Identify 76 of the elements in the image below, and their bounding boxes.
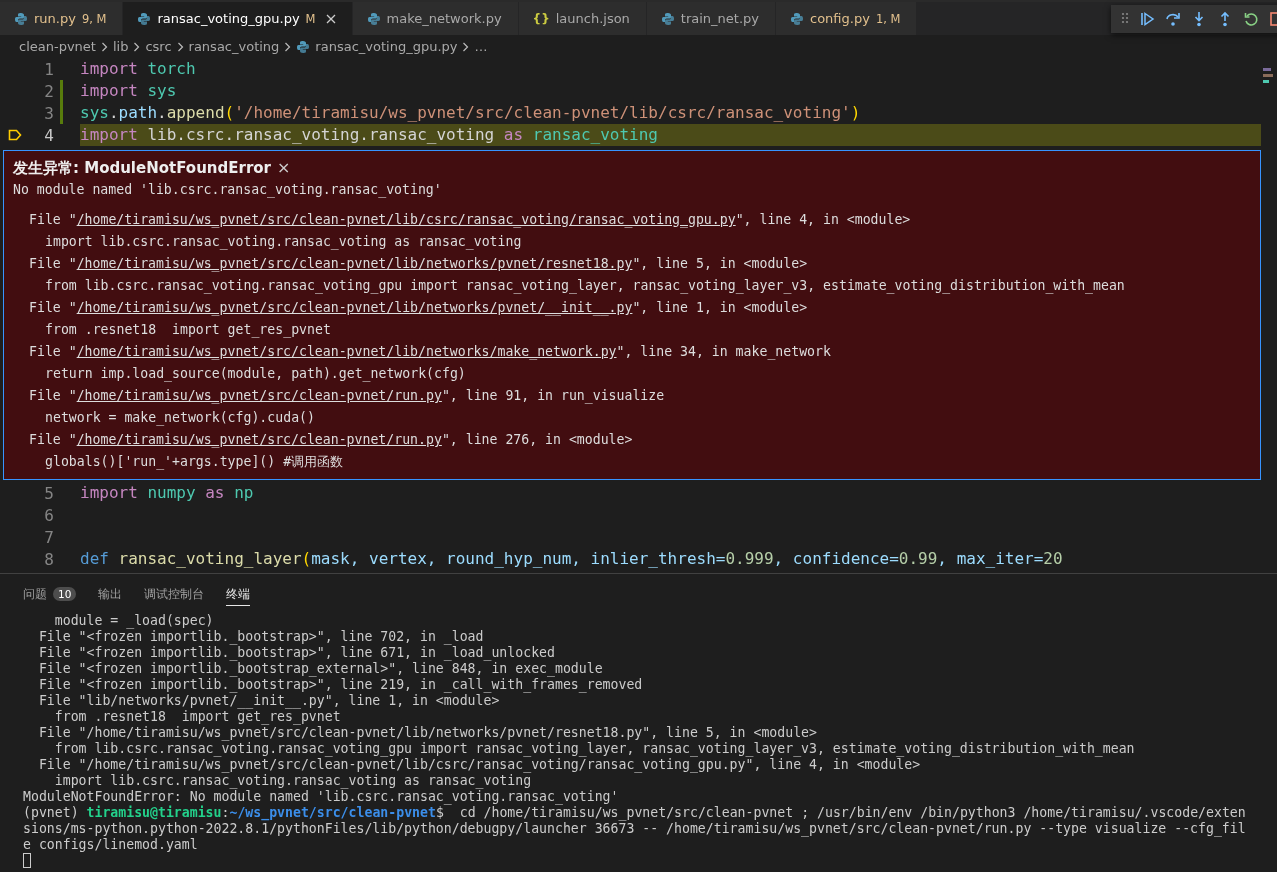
panel-tab[interactable]: 输出: [98, 583, 123, 606]
editor-tab[interactable]: run.py 9, M: [0, 2, 124, 35]
breadcrumb-item[interactable]: csrc: [145, 39, 172, 54]
breadcrumb-item[interactable]: clean-pvnet: [19, 39, 96, 54]
panel-tab[interactable]: 问题 10: [23, 583, 77, 606]
terminal-line: ModuleNotFoundError: No module named 'lib.csrc.ransac_voting.ransac_voting': [23, 789, 620, 805]
tab-label: config.py: [810, 11, 870, 26]
terminal-line: File "<frozen importlib._bootstrap>", line 219, in _call_with_frames_removed: [37, 677, 644, 693]
line-number: 7: [44, 527, 54, 547]
terminal-line: module = _load(spec): [53, 613, 215, 629]
terminal-line: sions/ms-python.python-2022.8.1/pythonFiles/lib/python/debugpy/launcher 36673 -- /home/tiramisu/ws_pvnet/src/clean-pvnet/run.py --type visualize --cfg_fil: [23, 821, 1247, 837]
tab-label: launch.json: [555, 11, 630, 26]
exception-message: No module named 'lib.csrc.ransac_voting.ransac_voting': [13, 181, 443, 200]
terminal-line: from .resnet18 import get_res_pvnet: [53, 709, 342, 725]
code-line: def ransac_voting_layer(mask, vertex, round_hyp_num, inlier_thresh=0.999, confidence=0.99, max_iter=20: [80, 548, 1063, 570]
file-link[interactable]: /home/tiramisu/ws_pvnet/src/clean-pvnet/run.py: [76, 388, 442, 403]
editor-tab[interactable]: make_network.py: [352, 2, 519, 35]
terminal-line: File "/home/tiramisu/ws_pvnet/src/clean-pvnet/lib/networks/pvnet/resnet18.py", line 5, in <module>: [37, 725, 818, 741]
breadcrumb-item[interactable]: lib: [112, 39, 129, 54]
breadcrumb-item[interactable]: ransac_voting_gpu.py: [315, 39, 458, 54]
close-button[interactable]: ×: [277, 160, 291, 176]
editor-tab[interactable]: train_net.py: [646, 2, 776, 35]
editor-tab[interactable]: config.py 1, M: [776, 2, 918, 35]
terminal-line: from lib.csrc.ransac_voting.ransac_voting_gpu import ransac_voting_layer, ransac_voting_layer_v3, estimate_voting_distribution_with_mean: [53, 741, 1136, 757]
line-number: 1: [44, 59, 54, 79]
stack-frame-line: File "/home/tiramisu/ws_pvnet/src/clean-pvnet/lib/csrc/ransac_voting/ransac_voting_gpu.py", line 4, in <module>: [29, 211, 911, 230]
stack-frame-line: File "/home/tiramisu/ws_pvnet/src/clean-pvnet/run.py", line 276, in <module>: [29, 431, 633, 450]
breadcrumb-item[interactable]: ransac_voting: [188, 39, 280, 54]
stack-code-line: return imp.load_source(module, path).get_network(cfg): [45, 365, 466, 384]
count-badge: 10: [53, 587, 77, 601]
stack-frame-line: File "/home/tiramisu/ws_pvnet/src/clean-pvnet/lib/networks/pvnet/resnet18.py", line 5, in <module>: [29, 255, 808, 274]
terminal-line: import lib.csrc.ransac_voting.ransac_voting as ransac_voting: [53, 773, 533, 789]
file-link[interactable]: /home/tiramisu/ws_pvnet/src/clean-pvnet/lib/networks/make_network.py: [76, 344, 617, 359]
editor-tab[interactable]: ransac_voting_gpu.py M: [123, 2, 353, 35]
terminal-line: File "/home/tiramisu/ws_pvnet/src/clean-pvnet/lib/csrc/ransac_voting/ransac_voting_gpu.py", line 4, in <module>: [37, 757, 922, 773]
terminal-line: File "<frozen importlib._bootstrap>", line 702, in _load: [37, 629, 485, 645]
terminal-line: File "<frozen importlib._bootstrap>", line 671, in _load_unlocked: [37, 645, 556, 661]
editor-tab[interactable]: {} launch.json: [518, 2, 647, 35]
code-line: sys.path.append('/home/tiramisu/ws_pvnet/src/clean-pvnet/lib/csrc/ransac_voting'): [80, 102, 861, 124]
stack-frame-line: File "/home/tiramisu/ws_pvnet/src/clean-pvnet/run.py", line 91, in run_visualize: [29, 387, 665, 406]
code-line: import sys: [80, 80, 177, 102]
line-number: 4: [44, 125, 54, 145]
stack-code-line: import lib.csrc.ransac_voting.ransac_voting as ransac_voting: [45, 233, 522, 252]
terminal-line: (pvnet) tiramisu@tiramisu:~/ws_pvnet/src/clean-pvnet$ cd /home/tiramisu/ws_pvnet/src/clean-pvnet ; /usr/bin/env /bin/python3 /home/tiramisu/.vscode/exten: [23, 805, 1247, 821]
terminal-line: File "lib/networks/pvnet/__init__.py", line 1, in <module>: [37, 693, 501, 709]
tab-status-label: 1, M: [875, 11, 901, 26]
line-number: 2: [44, 81, 54, 101]
terminal-line: e configs/linemod.yaml: [23, 837, 199, 853]
line-number: 3: [44, 103, 54, 123]
json-icon: {}: [532, 11, 550, 26]
stack-code-line: network = make_network(cfg).cuda(): [45, 409, 315, 428]
line-number: 6: [44, 505, 54, 525]
file-link[interactable]: /home/tiramisu/ws_pvnet/src/clean-pvnet/lib/networks/pvnet/resnet18.py: [76, 256, 633, 271]
tab-label: make_network.py: [386, 11, 502, 26]
file-link[interactable]: /home/tiramisu/ws_pvnet/src/clean-pvnet/lib/csrc/ransac_voting/ransac_voting_gpu.py: [76, 212, 736, 227]
tab-label: run.py: [34, 11, 76, 26]
tab-status-label: 9, M: [81, 11, 107, 26]
panel-tab[interactable]: 终端: [226, 583, 251, 606]
stack-frame-line: File "/home/tiramisu/ws_pvnet/src/clean-pvnet/lib/networks/make_network.py", line 34, in make_network: [29, 343, 831, 362]
exception-title: 发生异常: ModuleNotFoundError: [13, 158, 271, 178]
panel-tab[interactable]: 调试控制台: [144, 583, 205, 606]
tab-label: train_net.py: [680, 11, 759, 26]
terminal-line: File "<frozen importlib._bootstrap_external>", line 848, in exec_module: [37, 661, 604, 677]
file-link[interactable]: /home/tiramisu/ws_pvnet/src/clean-pvnet/lib/networks/pvnet/__init__.py: [76, 300, 633, 315]
file-link[interactable]: /home/tiramisu/ws_pvnet/src/clean-pvnet/run.py: [76, 432, 442, 447]
line-number: 8: [44, 549, 54, 569]
breadcrumb-item[interactable]: …: [474, 39, 488, 54]
stack-frame-line: File "/home/tiramisu/ws_pvnet/src/clean-pvnet/lib/networks/pvnet/__init__.py", line 1, in <module>: [29, 299, 808, 318]
line-number: 5: [44, 483, 54, 503]
code-line: import torch: [80, 58, 196, 80]
stack-code-line: from .resnet18 import get_res_pvnet: [45, 321, 331, 340]
stack-code-line: from lib.csrc.ransac_voting.ransac_voting_gpu import ransac_voting_layer, ransac_voting_layer_v3, estimate_voting_distribution_with_mean: [45, 277, 1125, 296]
code-line: import numpy as np: [80, 482, 254, 504]
stack-code-line: globals()['run_'+args.type]() #调用函数: [45, 453, 344, 472]
tab-label: ransac_voting_gpu.py: [157, 11, 300, 26]
tab-status-label: M: [305, 11, 316, 26]
